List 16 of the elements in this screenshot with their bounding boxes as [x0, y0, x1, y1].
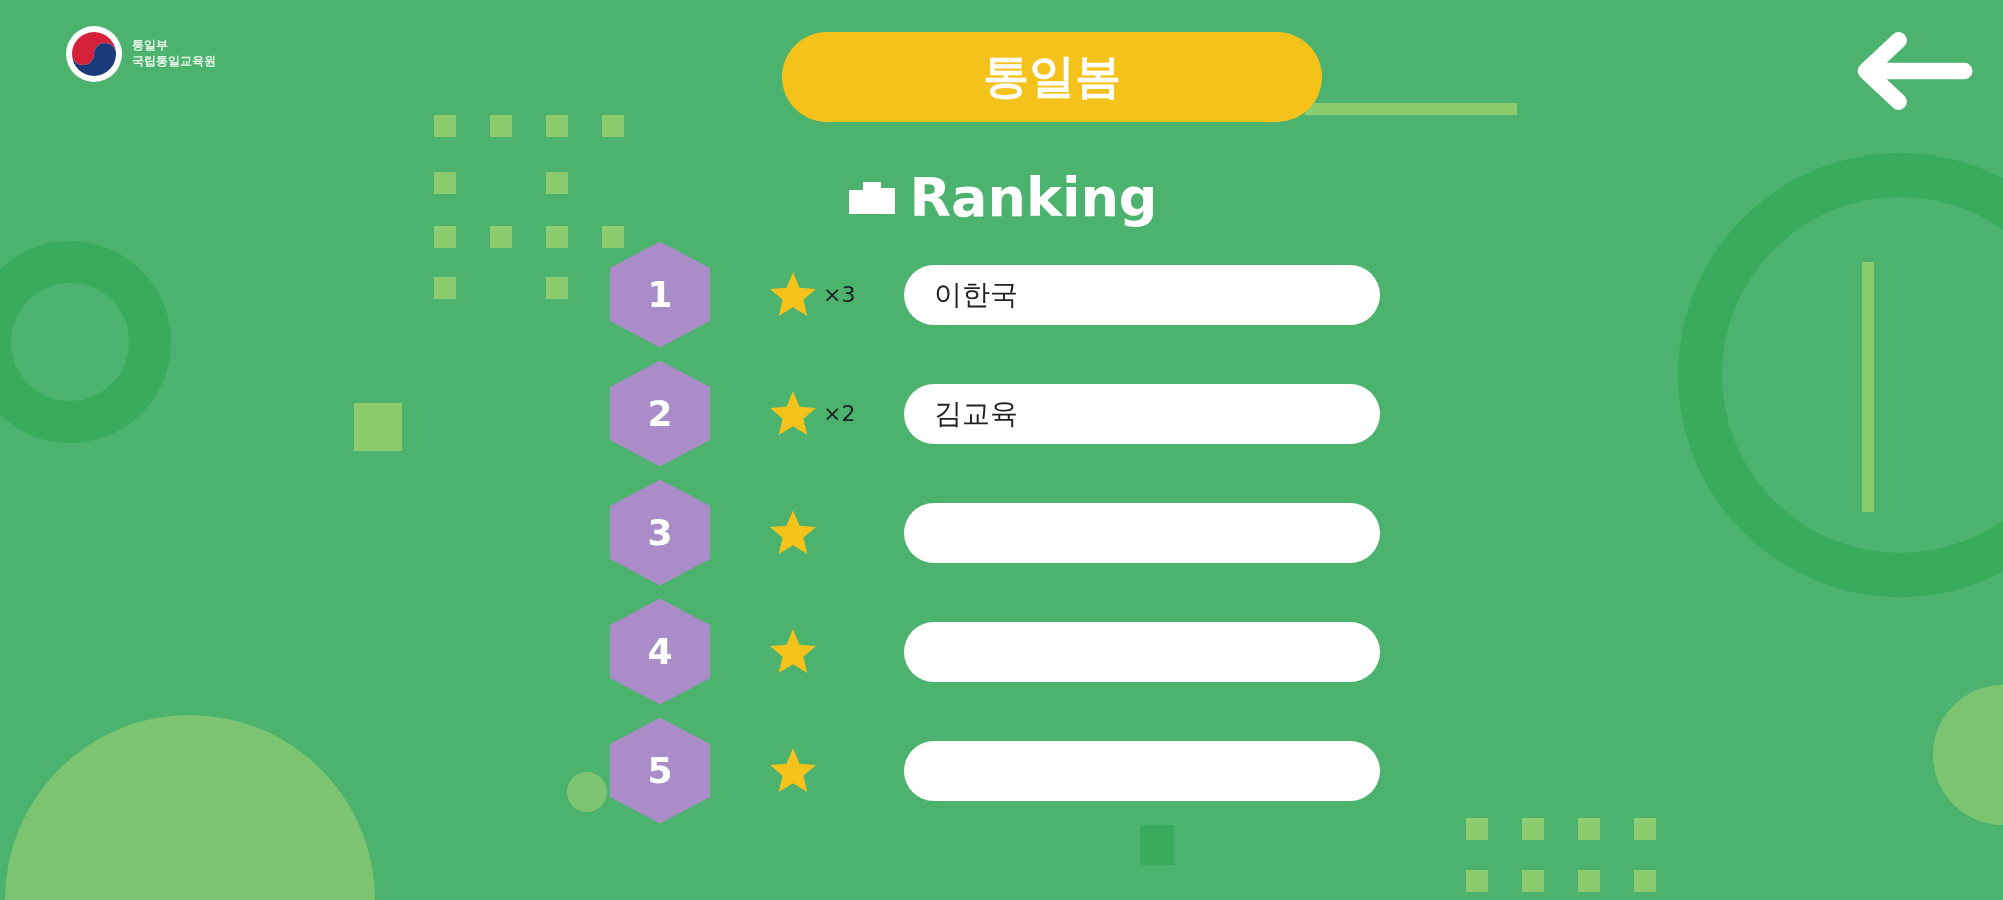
ranking-heading: Ranking [909, 166, 1158, 229]
decorative-square [354, 403, 402, 451]
decorative-circle [567, 772, 607, 812]
name-field: 김교육 [904, 383, 1380, 444]
logo-text: 국립통일교육원 [132, 54, 216, 70]
rank-badge: 1 [610, 241, 710, 348]
rank-badge: 5 [610, 717, 710, 824]
title-banner: 통일봄 [781, 32, 1322, 122]
rank-badge: 4 [610, 598, 710, 705]
star-count: ×3 [823, 282, 856, 307]
star-count: ×2 [823, 401, 856, 426]
logo-text: 통일부 [132, 38, 169, 54]
taegeuk-emblem-icon [64, 24, 124, 84]
rank-badge: 3 [610, 479, 710, 586]
name-field: 이한국 [904, 264, 1380, 325]
rank-badge: 2 [610, 360, 710, 467]
